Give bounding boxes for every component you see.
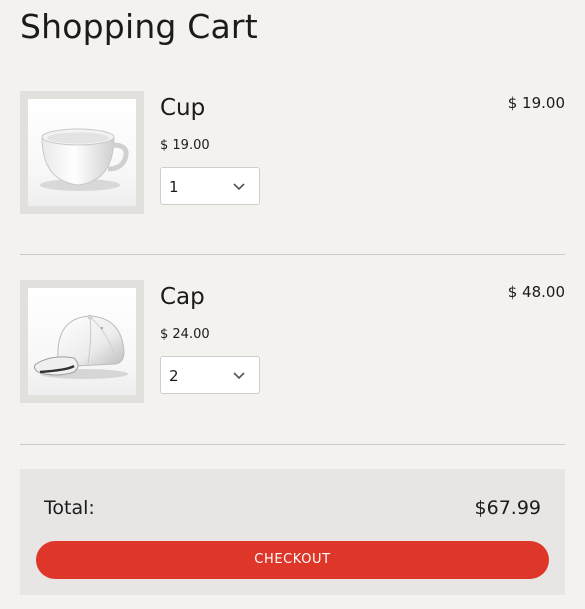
divider bbox=[20, 254, 565, 255]
quantity-select[interactable]: 2 bbox=[160, 356, 260, 394]
cup-image bbox=[40, 128, 129, 191]
shopping-cart-page: Shopping Cart Cup $ 19.00 1 $ 19.00 Cap … bbox=[0, 0, 585, 609]
quantity-select[interactable]: 1 bbox=[160, 167, 260, 205]
line-total: $ 48.00 bbox=[507, 283, 565, 301]
chevron-down-icon bbox=[233, 183, 245, 191]
unit-price: $ 19.00 bbox=[160, 138, 210, 153]
cart-item: Cup $ 19.00 1 $ 19.00 bbox=[20, 91, 565, 216]
product-name[interactable]: Cup bbox=[160, 91, 205, 125]
chevron-down-icon bbox=[233, 372, 245, 380]
cap-image bbox=[33, 314, 128, 379]
cart-item: Cap $ 24.00 2 $ 48.00 bbox=[20, 280, 565, 405]
line-total: $ 19.00 bbox=[507, 94, 565, 112]
divider bbox=[20, 444, 565, 445]
product-name[interactable]: Cap bbox=[160, 280, 205, 314]
checkout-button[interactable]: CHECKOUT bbox=[36, 541, 549, 579]
product-thumbnail[interactable] bbox=[20, 280, 144, 403]
total-value: $67.99 bbox=[474, 497, 541, 519]
product-thumbnail[interactable] bbox=[20, 91, 144, 214]
total-label: Total: bbox=[44, 497, 95, 519]
page-title: Shopping Cart bbox=[20, 7, 258, 46]
quantity-value: 2 bbox=[169, 367, 179, 385]
order-summary: Total: $67.99 CHECKOUT bbox=[20, 469, 565, 595]
quantity-value: 1 bbox=[169, 178, 179, 196]
unit-price: $ 24.00 bbox=[160, 327, 210, 342]
